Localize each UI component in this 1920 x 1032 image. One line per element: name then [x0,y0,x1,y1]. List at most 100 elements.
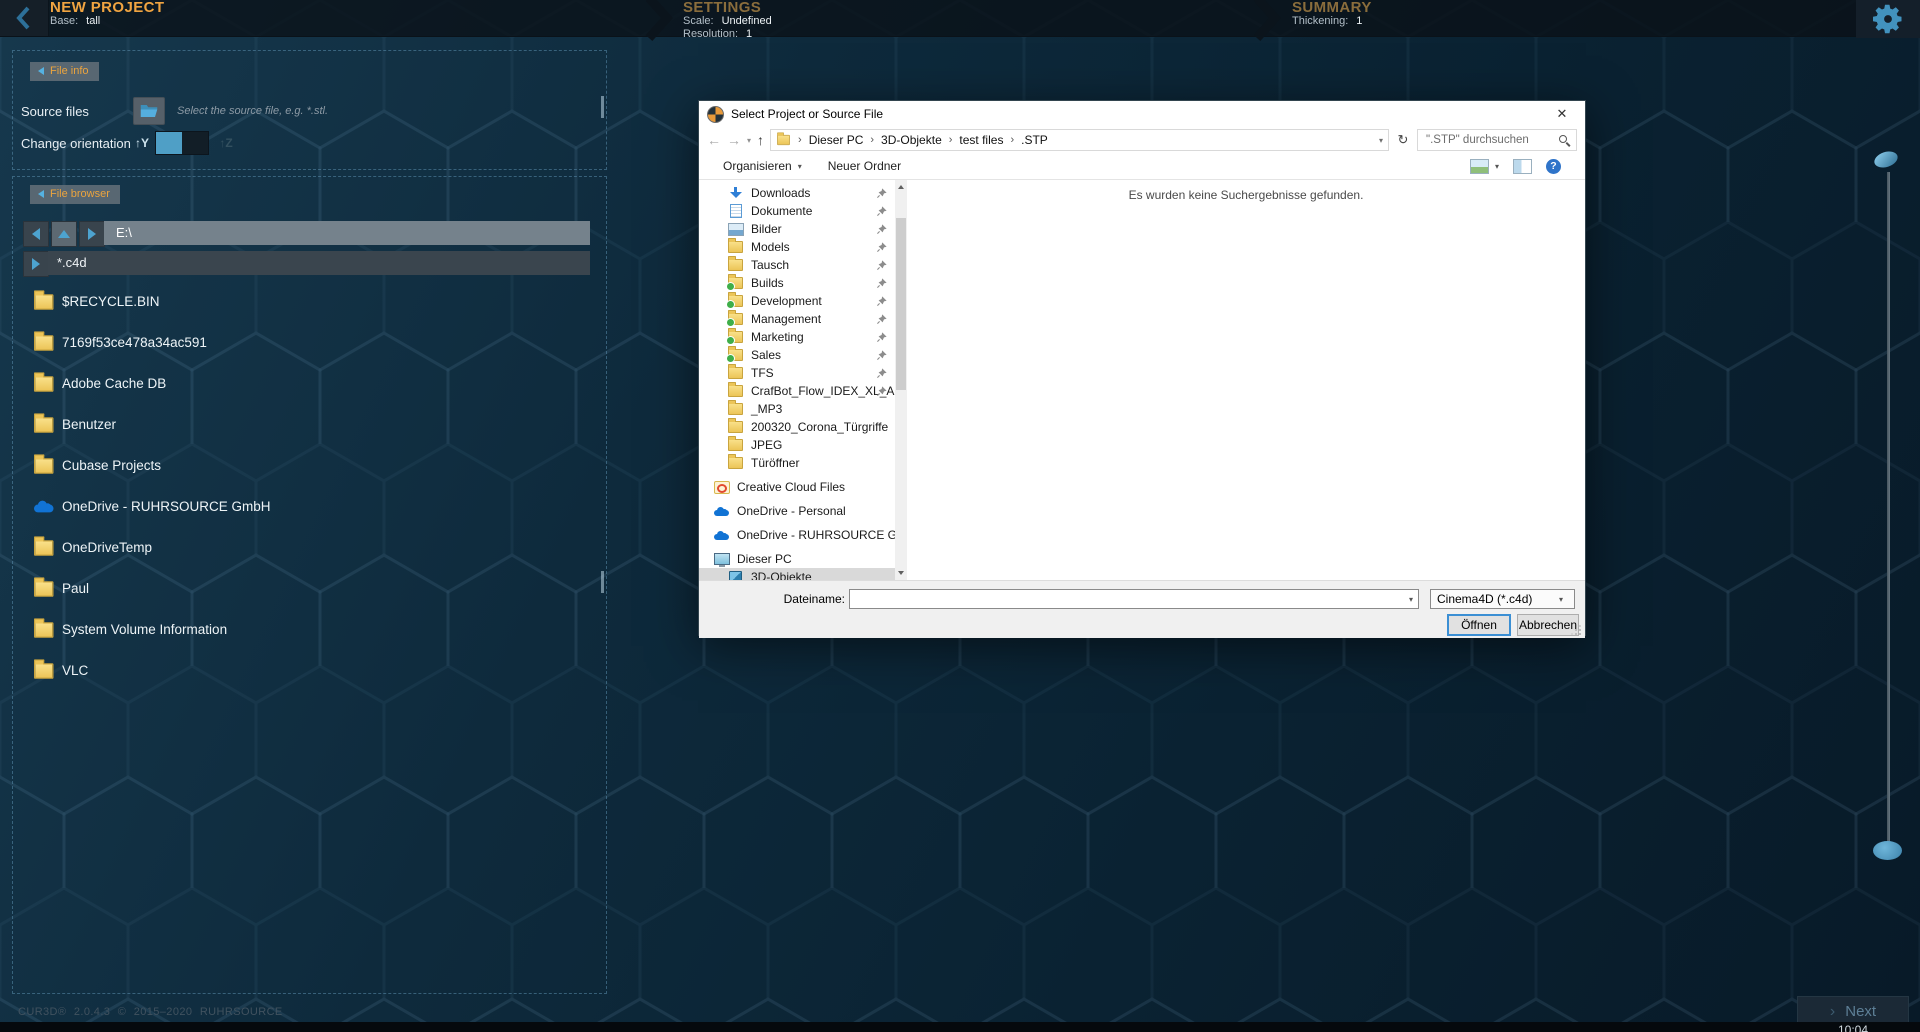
open-button[interactable]: Öffnen [1447,614,1511,636]
sidebar-item[interactable]: CrafBot_Flow_IDEX_XL_AME [699,382,895,400]
sidebar-item[interactable]: TFS [699,364,895,382]
sidebar-item[interactable]: JPEG [699,436,895,454]
address-dropdown-caret-icon[interactable]: ▾ [1379,136,1383,145]
file-browser-item[interactable]: Paul [13,568,606,609]
sidebar-item[interactable]: 3D-Objekte [699,568,895,580]
sidebar-item[interactable]: Marketing [699,328,895,346]
item-icon [714,507,729,516]
cancel-button[interactable]: Abbrechen [1517,614,1579,636]
pin-icon [877,260,887,270]
file-browser-item[interactable]: 7169f53ce478a34ac591 [13,322,606,363]
sidebar-item[interactable]: Builds [699,274,895,292]
file-name: Cubase Projects [62,458,161,473]
file-browser-item[interactable]: VLC [13,650,606,691]
sidebar-item[interactable]: Dokumente [699,202,895,220]
sidebar-item[interactable]: Dieser PC [699,550,895,568]
close-button[interactable]: ✕ [1547,106,1577,122]
filetype-select[interactable]: Cinema4D (*.c4d) ▾ [1430,589,1575,609]
filter-field[interactable]: *.c4d [48,251,590,275]
item-label: Marketing [751,330,804,344]
zoom-slider-handle[interactable] [1873,841,1902,860]
sidebar-item[interactable]: Management [699,310,895,328]
path-field[interactable]: E:\ [104,221,590,245]
sidebar-item[interactable]: 200320_Corona_Türgriffe [699,418,895,436]
nav-back-icon[interactable]: ← [707,133,721,147]
sidebar-item[interactable]: Downloads [699,184,895,202]
organize-menu[interactable]: Organisieren ▾ [723,159,802,173]
wizard-step-summary[interactable]: SUMMARY Thickening: 1 [1292,1,1372,27]
caret-down-icon[interactable]: ▾ [1409,595,1418,604]
step-key: Base: [50,16,78,27]
wizard-step-settings[interactable]: SETTINGS Scale: Undefined Resolution: 1 [683,1,772,40]
file-browser-item[interactable]: Cubase Projects [13,445,606,486]
file-browser-item[interactable]: System Volume Information [13,609,606,650]
browser-back-button[interactable] [23,221,49,247]
file-info-header[interactable]: File info [30,62,99,81]
nav-forward-icon[interactable]: → [727,133,741,147]
item-icon [728,457,743,469]
address-bar[interactable]: › Dieser PC › 3D-Objekte › test files [770,129,1389,151]
nav-up-icon[interactable]: ↑ [757,133,764,147]
sidebar-item[interactable]: Development [699,292,895,310]
sidebar-item[interactable]: OneDrive - RUHRSOURCE GmbH [699,526,895,544]
folder-icon [777,135,790,145]
file-browser-item[interactable]: OneDriveTemp [13,527,606,568]
sidebar-item[interactable]: Türöffner [699,454,895,472]
collapse-triangle-icon [38,190,44,198]
triangle-right-icon [32,258,40,270]
file-name: OneDriveTemp [62,540,152,555]
breadcrumb-item[interactable]: Dieser PC [809,133,864,147]
sidebar-item[interactable]: Sales [699,346,895,364]
new-folder-button[interactable]: Neuer Ordner [828,159,901,173]
item-label: CrafBot_Flow_IDEX_XL_AME [751,384,895,398]
sidebar-item[interactable]: Creative Cloud Files [699,478,895,496]
wizard-step-new-project[interactable]: NEW PROJECT Base: tall [50,1,164,27]
breadcrumb-item[interactable]: .STP [1021,133,1048,147]
sidebar-scrollbar[interactable] [895,180,907,580]
dialog-title-bar[interactable]: Select Project or Source File ✕ [699,101,1585,127]
settings-gear-button[interactable] [1856,0,1920,38]
orientation-toggle[interactable] [155,131,209,155]
search-magnifier-icon[interactable] [1559,135,1570,146]
file-browser-item[interactable]: $RECYCLE.BIN [13,281,606,322]
file-browser-item[interactable]: Adobe Cache DB [13,363,606,404]
scroll-up-icon[interactable] [898,185,904,189]
scroll-down-icon[interactable] [898,571,904,575]
pin-icon [877,386,887,396]
file-browser-item[interactable]: OneDrive - RUHRSOURCE GmbH [13,486,606,527]
sidebar-item[interactable]: Bilder [699,220,895,238]
pin-icon [877,224,887,234]
step-key: Scale: [683,16,714,27]
breadcrumb-item[interactable]: test files [959,133,1003,147]
browser-up-button[interactable] [51,221,77,247]
views-button[interactable]: ▾ [1470,159,1499,174]
slider-top-cap-icon[interactable] [1872,149,1899,171]
item-icon [34,376,54,392]
file-results-area[interactable]: Es wurden keine Suchergebnisse gefunden. [907,180,1585,580]
help-icon[interactable]: ? [1546,159,1561,174]
file-browser-header[interactable]: File browser [30,185,120,204]
breadcrumb-item[interactable]: 3D-Objekte [881,133,942,147]
browser-forward-button[interactable] [79,221,105,247]
nav-history-caret-icon[interactable]: ▾ [747,136,751,145]
scrollbar-thumb[interactable] [896,218,906,390]
preview-pane-icon[interactable] [1513,159,1532,174]
file-browser-item[interactable]: Benutzer [13,404,606,445]
refresh-icon[interactable]: ↻ [1395,132,1411,148]
sidebar-item[interactable]: Tausch [699,256,895,274]
zoom-slider-track[interactable] [1887,172,1890,844]
file-name: OneDrive - RUHRSOURCE GmbH [62,499,271,514]
resize-grip[interactable] [1579,633,1581,635]
sidebar-item[interactable]: _MP3 [699,400,895,418]
apply-filter-button[interactable] [23,251,49,277]
step-title: SETTINGS [683,1,772,14]
sidebar-item[interactable]: OneDrive - Personal [699,502,895,520]
filename-input[interactable] [850,592,1409,606]
search-input[interactable] [1424,133,1559,147]
back-button[interactable] [0,0,49,36]
step-key: Thickening: [1292,16,1348,27]
filename-combobox: ▾ [849,589,1419,609]
open-source-file-button[interactable] [133,97,165,125]
sidebar-item[interactable]: Models [699,238,895,256]
item-label: JPEG [751,438,782,452]
